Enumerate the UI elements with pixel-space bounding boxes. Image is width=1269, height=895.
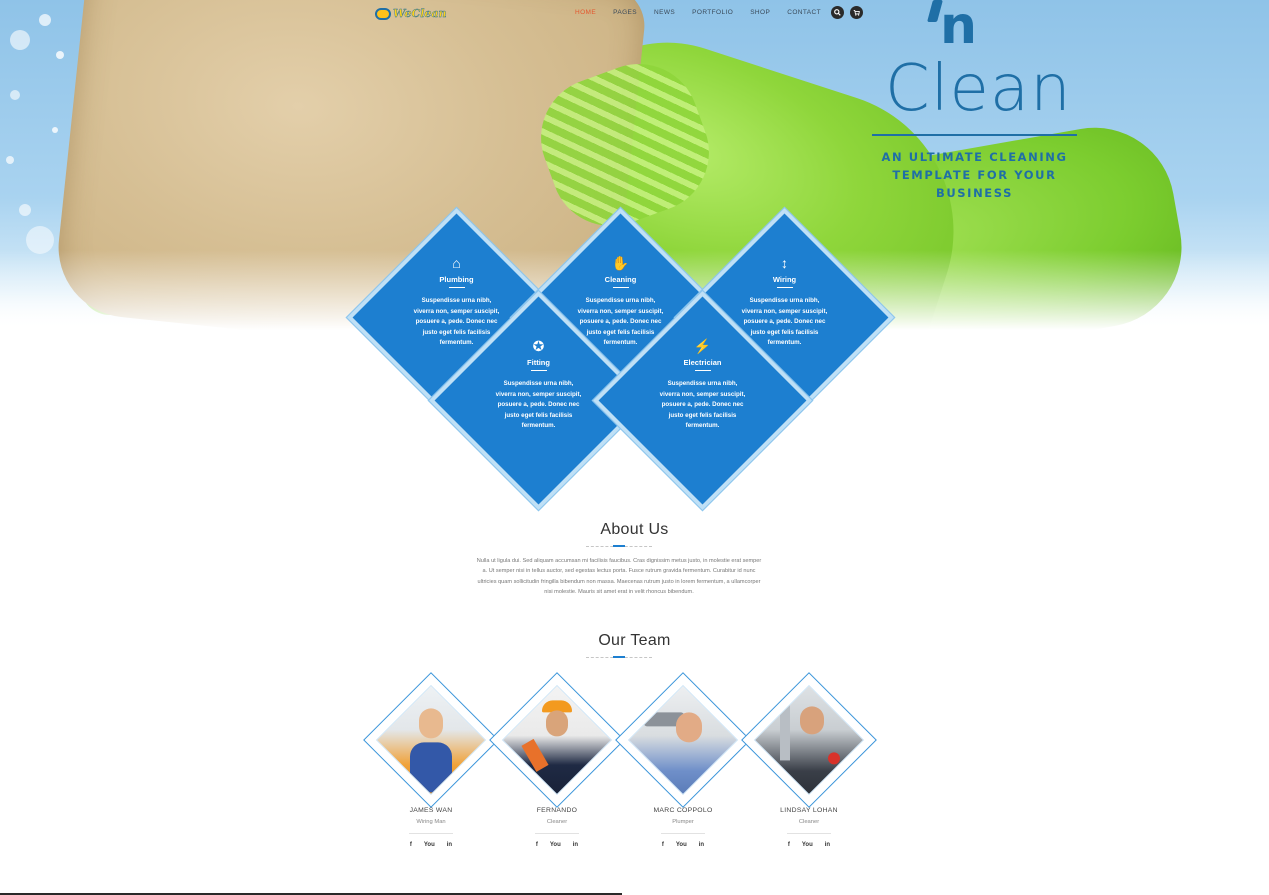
tagline-line-2: TEMPLATE FOR YOUR BUSINESS: [892, 168, 1057, 200]
brand-clean: Clean: [885, 52, 1072, 126]
linkedin-icon[interactable]: in: [699, 842, 704, 848]
linkedin-icon[interactable]: in: [573, 842, 578, 848]
logo-text: WeClean: [393, 7, 447, 20]
member-photo-lindsay[interactable]: [741, 672, 877, 808]
member-name: FERNANDO: [536, 807, 578, 814]
member-role: Cleaner: [798, 819, 820, 825]
youtube-icon[interactable]: You: [424, 842, 435, 848]
member-role: Wiring Man: [416, 819, 446, 825]
brand-divider: [872, 134, 1077, 136]
avatar: [375, 684, 487, 796]
cart-icon: [853, 9, 860, 16]
menu-item-contact[interactable]: CONTACT: [787, 9, 821, 16]
home-icon: ⌂: [452, 255, 461, 272]
facebook-icon[interactable]: f: [536, 842, 538, 848]
linkedin-icon[interactable]: in: [447, 842, 452, 848]
member-photo-fernando[interactable]: [489, 672, 625, 808]
youtube-icon[interactable]: You: [550, 842, 561, 848]
linkedin-icon[interactable]: in: [825, 842, 830, 848]
brand-tagline: AN ULTIMATE CLEANING TEMPLATE FOR YOUR B…: [872, 148, 1077, 202]
service-desc: Suspendisse urna nibh, viverra non, semp…: [495, 380, 582, 430]
search-icon: [834, 9, 841, 16]
hand-icon: ✋: [611, 255, 630, 272]
team-divider: [586, 656, 652, 659]
team-title: Our Team: [598, 632, 671, 649]
member-name: MARC COPPOLO: [653, 807, 713, 814]
arrows-vertical-icon: ↕: [781, 255, 788, 272]
tagline-line-1: AN ULTIMATE CLEANING: [881, 150, 1068, 164]
logo-icon: [375, 7, 391, 20]
service-title: Cleaning: [604, 275, 637, 285]
member-social: f You in: [381, 842, 481, 848]
member-social: f You in: [507, 842, 607, 848]
avatar: [627, 684, 739, 796]
youtube-icon[interactable]: You: [676, 842, 687, 848]
member-divider: [787, 833, 831, 834]
member-name: LINDSAY LOHAN: [780, 807, 838, 814]
facebook-icon[interactable]: f: [662, 842, 664, 848]
avatar: [753, 684, 865, 796]
facebook-icon[interactable]: f: [788, 842, 790, 848]
member-divider: [535, 833, 579, 834]
avatar: [501, 684, 613, 796]
member-role: Plumper: [672, 819, 694, 825]
member-divider: [661, 833, 705, 834]
top-nav: WeClean HOME PAGES NEWS PORTFOLIO SHOP C…: [0, 0, 1269, 26]
about-text: Nulla ut ligula dui. Sed aliquam accumsa…: [476, 558, 762, 596]
member-social: f You in: [759, 842, 859, 848]
cart-button[interactable]: [850, 6, 863, 19]
search-button[interactable]: [831, 6, 844, 19]
service-title: Plumbing: [439, 275, 474, 285]
service-title: Electrician: [683, 358, 722, 368]
menu-item-shop[interactable]: SHOP: [750, 9, 770, 16]
main-menu: HOME PAGES NEWS PORTFOLIO SHOP CONTACT: [575, 9, 838, 16]
service-electrician[interactable]: ⚡ Electrician Suspendisse urna nibh, viv…: [591, 289, 814, 512]
member-divider: [409, 833, 453, 834]
wheel-icon: ✪: [532, 338, 545, 355]
youtube-icon[interactable]: You: [802, 842, 813, 848]
service-title: Wiring: [772, 275, 797, 285]
menu-item-home[interactable]: HOME: [575, 9, 596, 16]
about-title: About Us: [600, 521, 669, 538]
member-photo-james[interactable]: [363, 672, 499, 808]
about-divider: [586, 545, 652, 548]
member-name: JAMES WAN: [409, 807, 453, 814]
member-social: f You in: [633, 842, 733, 848]
member-photo-marc[interactable]: [615, 672, 751, 808]
member-role: Cleaner: [546, 819, 568, 825]
menu-item-portfolio[interactable]: PORTFOLIO: [692, 9, 733, 16]
service-desc: Suspendisse urna nibh, viverra non, semp…: [659, 380, 746, 430]
service-title: Fitting: [527, 358, 550, 368]
menu-item-news[interactable]: NEWS: [654, 9, 675, 16]
site-logo[interactable]: WeClean: [375, 7, 447, 20]
lightning-icon: ⚡: [693, 338, 712, 355]
facebook-icon[interactable]: f: [410, 842, 412, 848]
menu-item-pages[interactable]: PAGES: [613, 9, 637, 16]
